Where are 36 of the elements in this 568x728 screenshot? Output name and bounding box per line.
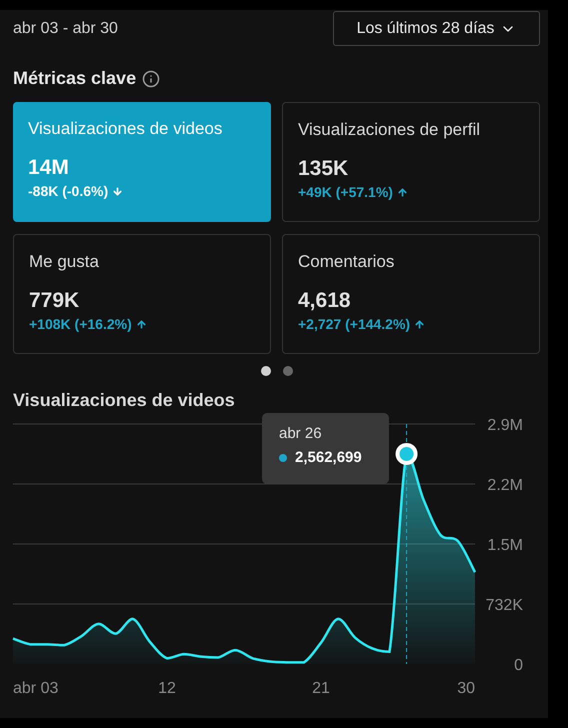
x-axis-label: abr 03 xyxy=(13,680,58,697)
metric-card[interactable]: Visualizaciones de perfil 135K +49K (+57.1%) xyxy=(282,102,540,222)
y-axis-label: 2.9M xyxy=(487,417,523,434)
metric-value: 779K xyxy=(29,288,80,314)
y-axis-label: 2.2M xyxy=(487,477,523,494)
date-range: abr 03 - abr 30 xyxy=(13,18,118,38)
x-axis-label: 30 xyxy=(457,680,475,697)
metric-value: 14M xyxy=(28,155,70,181)
tooltip-date: abr 26 xyxy=(279,424,323,444)
period-dropdown[interactable]: Los últimos 28 días xyxy=(333,11,540,46)
metric-change: +49K (+57.1%) xyxy=(298,183,393,202)
x-axis-label: 21 xyxy=(312,680,330,697)
data-point-marker xyxy=(396,442,418,465)
metric-card[interactable]: Comentarios 4,618 +2,727 (+144.2%) xyxy=(282,234,540,354)
metric-card[interactable]: Me gusta 779K +108K (+16.2%) xyxy=(13,234,271,354)
info-icon[interactable] xyxy=(142,70,160,88)
metric-value: 135K xyxy=(298,156,350,182)
y-axis-label: 0 xyxy=(514,657,523,674)
y-axis-label: 1.5M xyxy=(487,537,523,554)
metric-label: Comentarios xyxy=(298,251,396,273)
metric-change: +2,727 (+144.2%) xyxy=(298,315,410,334)
metric-change: -88K (-0.6%) xyxy=(28,182,108,201)
metric-change: +108K (+16.2%) xyxy=(29,315,132,334)
x-axis-label: 12 xyxy=(158,680,176,697)
metric-label: Visualizaciones de videos xyxy=(28,118,224,140)
arrow-up-icon xyxy=(136,318,147,330)
metric-value: 4,618 xyxy=(298,288,352,314)
arrow-down-icon xyxy=(112,186,124,196)
section-title: Métricas clave xyxy=(13,67,136,90)
chart-title: Visualizaciones de videos xyxy=(12,389,236,412)
metric-label: Me gusta xyxy=(29,251,100,273)
arrow-up-icon xyxy=(414,318,426,330)
arrow-up-icon xyxy=(396,186,408,198)
tooltip-value: 2,562,699 xyxy=(295,448,362,468)
y-axis-label: 732K xyxy=(486,597,523,614)
metric-label: Visualizaciones de perfil xyxy=(298,119,482,141)
